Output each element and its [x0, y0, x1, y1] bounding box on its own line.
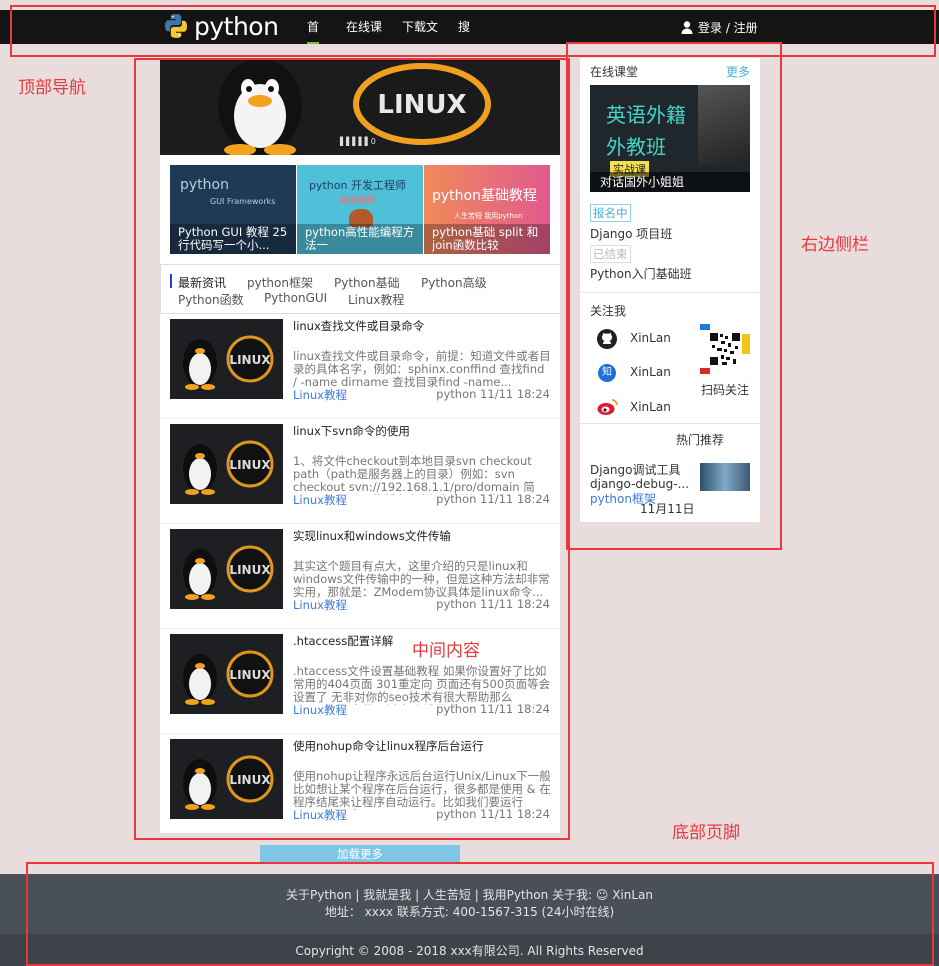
- annotation-label-footer: 底部页脚: [672, 823, 740, 843]
- annotation-label-middle: 中间内容: [412, 641, 480, 661]
- annotation-label-top-nav: 顶部导航: [18, 78, 86, 98]
- annotation-box-footer: [26, 862, 934, 966]
- load-more-button[interactable]: 加载更多: [260, 845, 460, 863]
- annotation-box-middle: [134, 58, 570, 840]
- annotation-box-sidebar: [566, 42, 782, 550]
- annotation-box-top-nav: [10, 5, 936, 57]
- annotation-label-sidebar: 右边侧栏: [801, 235, 869, 255]
